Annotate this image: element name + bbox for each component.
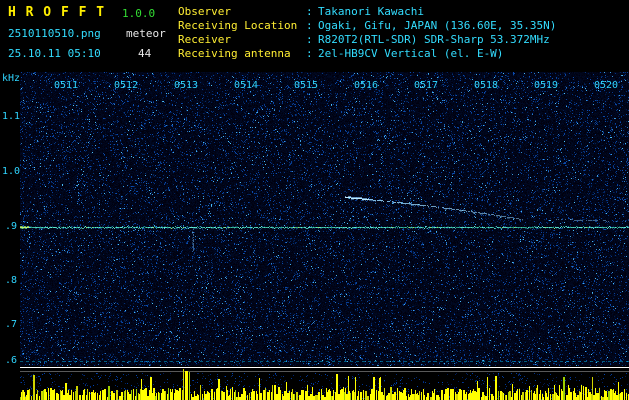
echo-count: 44: [138, 47, 151, 60]
info-row-receiver: Receiver:R820T2(RTL-SDR) SDR-Sharp 53.37…: [178, 33, 556, 47]
time-tick-0512: 0512: [114, 80, 138, 91]
freq-tick-1p0: 1.0: [2, 166, 20, 177]
info-value: R820T2(RTL-SDR) SDR-Sharp 53.372MHz: [318, 33, 550, 47]
info-label: Receiver: [178, 33, 306, 47]
info-label: Observer: [178, 5, 306, 19]
hrofft-window: H R O F F T 1.0.0 2510110510.png meteor …: [0, 0, 629, 400]
time-tick-0520: 0520: [594, 80, 618, 91]
time-tick-0519: 0519: [534, 80, 558, 91]
info-separator: :: [306, 19, 318, 33]
station-info: Observer:Takanori Kawachi Receiving Loca…: [178, 5, 556, 61]
time-tick-0513: 0513: [174, 80, 198, 91]
freq-tick-1p1: 1.1: [2, 111, 20, 122]
freq-tick-p9: .9: [5, 221, 17, 232]
info-separator: :: [306, 5, 318, 19]
app-version: 1.0.0: [122, 7, 155, 20]
info-row-location: Receiving Location:Ogaki, Gifu, JAPAN (1…: [178, 19, 556, 33]
time-tick-0511: 0511: [54, 80, 78, 91]
output-filename: 2510110510.png: [8, 27, 101, 40]
info-label: Receiving antenna: [178, 47, 306, 61]
info-row-observer: Observer:Takanori Kawachi: [178, 5, 556, 19]
freq-tick-p7: .7: [5, 319, 17, 330]
time-tick-0517: 0517: [414, 80, 438, 91]
time-tick-0518: 0518: [474, 80, 498, 91]
freq-tick-p6: .6: [5, 355, 17, 366]
info-value: 2el-HB9CV Vertical (el. E-W): [318, 47, 503, 61]
mode-label: meteor: [126, 27, 166, 40]
datetime-label: 25.10.11 05:10: [8, 47, 101, 60]
time-tick-0516: 0516: [354, 80, 378, 91]
info-row-antenna: Receiving antenna:2el-HB9CV Vertical (el…: [178, 47, 556, 61]
time-tick-0515: 0515: [294, 80, 318, 91]
time-tick-0514: 0514: [234, 80, 258, 91]
info-value: Ogaki, Gifu, JAPAN (136.60E, 35.35N): [318, 19, 556, 33]
info-label: Receiving Location: [178, 19, 306, 33]
info-value: Takanori Kawachi: [318, 5, 424, 19]
info-separator: :: [306, 47, 318, 61]
app-title: H R O F F T: [8, 5, 105, 20]
info-separator: :: [306, 33, 318, 47]
freq-tick-kHz: kHz: [2, 73, 20, 84]
freq-tick-p8: .8: [5, 275, 17, 286]
